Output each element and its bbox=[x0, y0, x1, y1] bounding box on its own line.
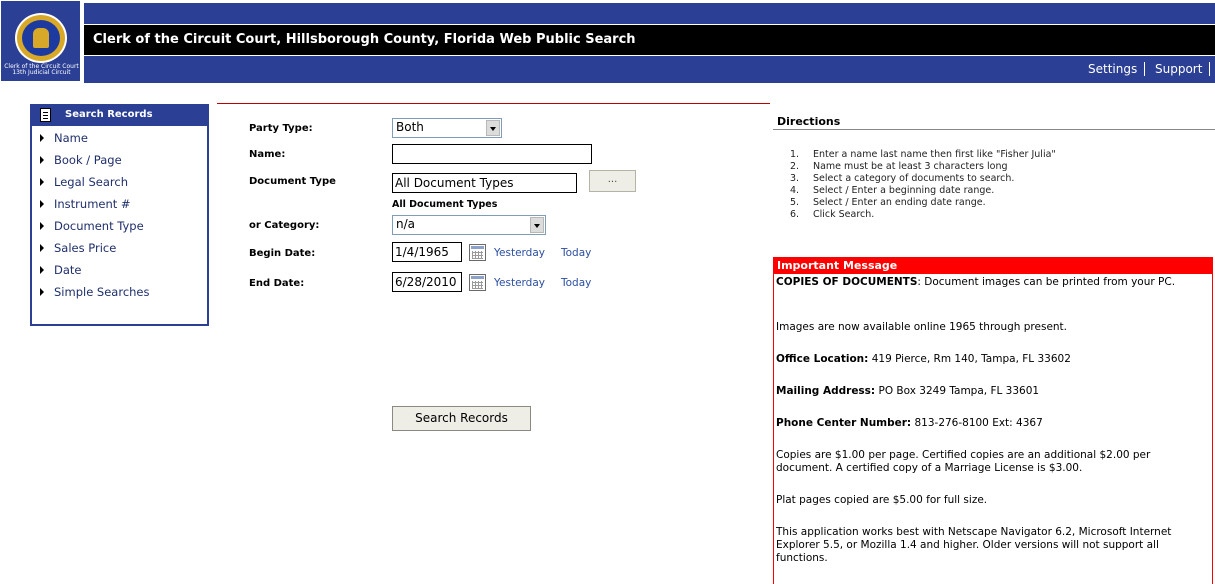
logo-caption-line2: 13th Judicial Circuit bbox=[12, 69, 71, 76]
header-nav-bar bbox=[84, 56, 1215, 83]
sidebar-item-document-type[interactable]: Document Type bbox=[54, 219, 144, 233]
message-plat: Plat pages copied are $5.00 for full siz… bbox=[776, 494, 988, 506]
message-office: Office Location: 419 Pierce, Rm 140, Tam… bbox=[776, 353, 1206, 366]
sidebar-item-legal-search[interactable]: Legal Search bbox=[54, 175, 128, 189]
arrow-right-icon bbox=[40, 288, 44, 296]
arrow-right-icon bbox=[40, 156, 44, 164]
document-type-browse-button[interactable]: ... bbox=[589, 170, 636, 192]
name-label: Name: bbox=[249, 149, 286, 160]
chevron-down-icon bbox=[486, 120, 500, 136]
arrow-right-icon bbox=[40, 178, 44, 186]
message-copies: COPIES OF DOCUMENTS: Document images can… bbox=[776, 276, 1206, 289]
begin-date-input[interactable]: 1/4/1965 bbox=[392, 242, 462, 262]
directions-divider bbox=[773, 129, 1215, 130]
direction-item: 2. Name must be at least 3 characters lon… bbox=[790, 161, 1008, 172]
calendar-icon[interactable] bbox=[469, 274, 486, 291]
nav-separator bbox=[1144, 62, 1145, 76]
direction-item: 4. Select / Enter a beginning date range. bbox=[790, 185, 994, 196]
directions-title: Directions bbox=[777, 115, 841, 128]
sidebar-header: Search Records bbox=[32, 106, 207, 126]
chevron-down-icon bbox=[530, 217, 544, 233]
office-label: Office Location: bbox=[776, 353, 869, 365]
sidebar-item-date[interactable]: Date bbox=[54, 263, 82, 277]
party-type-value: Both bbox=[396, 120, 424, 134]
direction-number: 4. bbox=[790, 185, 800, 196]
copies-label: COPIES OF DOCUMENTS bbox=[776, 276, 918, 288]
nav-support-link[interactable]: Support bbox=[1155, 62, 1202, 76]
sidebar-item-instrument[interactable]: Instrument # bbox=[54, 197, 131, 211]
nav-separator bbox=[1209, 62, 1210, 76]
arrow-right-icon bbox=[40, 222, 44, 230]
direction-number: 3. bbox=[790, 173, 800, 184]
end-today-link[interactable]: Today bbox=[561, 277, 591, 289]
sidebar-item-book-page[interactable]: Book / Page bbox=[54, 153, 122, 167]
direction-item: 5. Select / Enter an ending date range. bbox=[790, 197, 986, 208]
end-date-input[interactable]: 6/28/2010 bbox=[392, 272, 462, 292]
message-browser: This application works best with Netscap… bbox=[776, 526, 1172, 564]
begin-date-label: Begin Date: bbox=[249, 248, 316, 259]
name-input[interactable] bbox=[392, 144, 592, 164]
message-images: Images are now available online 1965 thr… bbox=[776, 321, 1068, 333]
category-value: n/a bbox=[396, 217, 416, 231]
logo-caption: Clerk of the Circuit Court 13th Judicial… bbox=[1, 64, 82, 76]
search-records-sidebar: Search Records Name Book / Page Legal Se… bbox=[30, 104, 209, 326]
direction-text: Enter a name last name then first like "… bbox=[813, 149, 1056, 160]
important-message-panel: Important Message COPIES OF DOCUMENTS: D… bbox=[773, 257, 1213, 584]
begin-today-link[interactable]: Today bbox=[561, 247, 591, 259]
direction-number: 2. bbox=[790, 161, 800, 172]
copies-text: : Document images can be printed from yo… bbox=[917, 276, 1176, 288]
end-yesterday-link[interactable]: Yesterday bbox=[494, 277, 545, 289]
page-title: Clerk of the Circuit Court, Hillsborough… bbox=[93, 32, 636, 47]
direction-text: Name must be at least 3 characters long bbox=[813, 161, 1008, 172]
direction-item: 3. Select a category of documents to sear… bbox=[790, 173, 1014, 184]
phone-text: 813-276-8100 Ext: 4367 bbox=[914, 417, 1043, 429]
important-message-title: Important Message bbox=[777, 259, 898, 272]
category-label: or Category: bbox=[249, 220, 320, 231]
section-divider bbox=[217, 103, 770, 104]
office-text: 419 Pierce, Rm 140, Tampa, FL 33602 bbox=[871, 353, 1071, 365]
mailing-text: PO Box 3249 Tampa, FL 33601 bbox=[878, 385, 1040, 397]
direction-item: 1. Enter a name last name then first like… bbox=[790, 149, 1056, 160]
end-date-label: End Date: bbox=[249, 278, 305, 289]
sidebar-item-simple-searches[interactable]: Simple Searches bbox=[54, 285, 150, 299]
phone-label: Phone Center Number: bbox=[776, 417, 912, 429]
direction-number: 1. bbox=[790, 149, 800, 160]
arrow-right-icon bbox=[40, 266, 44, 274]
party-type-label: Party Type: bbox=[249, 123, 313, 134]
begin-yesterday-link[interactable]: Yesterday bbox=[494, 247, 545, 259]
calendar-icon[interactable] bbox=[469, 244, 486, 261]
arrow-right-icon bbox=[40, 134, 44, 142]
direction-text: Select / Enter a beginning date range. bbox=[813, 185, 995, 196]
category-select[interactable]: n/a bbox=[392, 215, 546, 235]
sidebar-title: Search Records bbox=[65, 109, 153, 120]
arrow-right-icon bbox=[40, 244, 44, 252]
direction-number: 5. bbox=[790, 197, 800, 208]
document-type-input[interactable]: All Document Types bbox=[392, 173, 577, 193]
message-phone: Phone Center Number: 813-276-8100 Ext: 4… bbox=[776, 417, 1206, 430]
message-mailing: Mailing Address: PO Box 3249 Tampa, FL 3… bbox=[776, 385, 1206, 398]
direction-text: Click Search. bbox=[813, 209, 875, 220]
direction-item: 6. Click Search. bbox=[790, 209, 874, 220]
search-records-button[interactable]: Search Records bbox=[392, 406, 531, 431]
county-logo[interactable]: Clerk of the Circuit Court 13th Judicial… bbox=[0, 0, 81, 82]
document-icon bbox=[40, 108, 51, 122]
message-fees: Copies are $1.00 per page. Certified cop… bbox=[776, 449, 1151, 474]
sidebar-item-sales-price[interactable]: Sales Price bbox=[54, 241, 116, 255]
nav-settings-link[interactable]: Settings bbox=[1088, 62, 1137, 76]
important-message-header: Important Message bbox=[774, 258, 1212, 274]
direction-number: 6. bbox=[790, 209, 800, 220]
document-type-selection: All Document Types bbox=[392, 199, 498, 210]
direction-text: Select a category of documents to search… bbox=[813, 173, 1015, 184]
document-type-label: Document Type bbox=[249, 176, 336, 187]
arrow-right-icon bbox=[40, 200, 44, 208]
header-top-bar bbox=[84, 3, 1215, 24]
sidebar-item-name[interactable]: Name bbox=[54, 131, 88, 145]
county-seal-icon bbox=[15, 13, 67, 63]
direction-text: Select / Enter an ending date range. bbox=[813, 197, 986, 208]
mailing-label: Mailing Address: bbox=[776, 385, 876, 397]
party-type-select[interactable]: Both bbox=[392, 118, 502, 138]
